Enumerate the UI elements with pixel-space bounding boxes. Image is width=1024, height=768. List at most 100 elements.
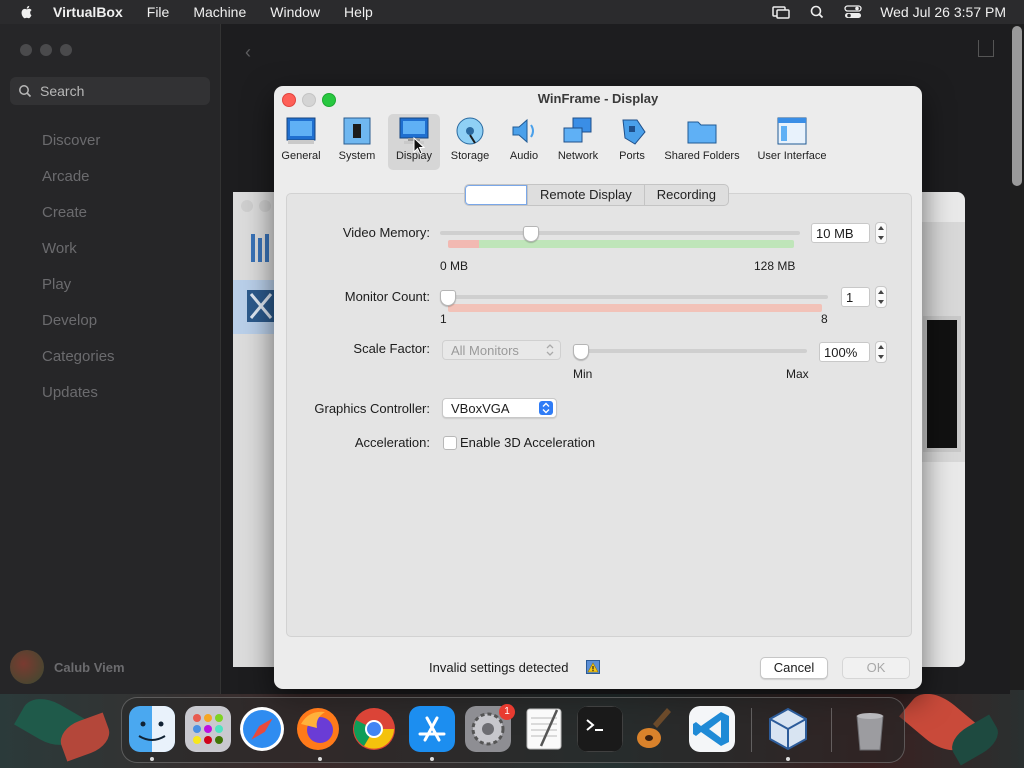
vm-list-item-winframe[interactable] [233, 280, 275, 334]
launchpad-icon[interactable] [185, 706, 231, 752]
ports-icon [622, 119, 646, 145]
finder-icon[interactable] [129, 706, 175, 752]
enable-3d-acceleration-checkbox[interactable] [443, 436, 457, 450]
tab-remote-display[interactable]: Remote Display [528, 185, 645, 205]
network-icon [563, 117, 592, 143]
video-memory-field[interactable]: 10 MB [811, 223, 870, 243]
monitor-count-slider-thumb[interactable] [440, 290, 456, 306]
manager-minimize-button[interactable] [259, 200, 271, 212]
tab-recording[interactable]: Recording [645, 185, 728, 205]
toolbar-label: General [281, 150, 321, 162]
toolbar-system[interactable]: System [336, 114, 378, 170]
safari-icon[interactable] [239, 706, 285, 752]
sidebar-item-play[interactable]: Play [42, 276, 71, 293]
monitor-count-max: 8 [821, 312, 828, 326]
sidebar-item-discover[interactable]: Discover [42, 132, 100, 149]
sidebar-item-create[interactable]: Create [42, 204, 87, 221]
monitor-count-min: 1 [440, 312, 447, 326]
toolbar-label: System [338, 150, 376, 162]
toolbar-ports[interactable]: Ports [612, 114, 652, 170]
toolbar-user-interface[interactable]: User Interface [754, 114, 830, 170]
monitor-count-field[interactable]: 1 [841, 287, 870, 307]
monitor-count-stepper[interactable] [875, 286, 887, 308]
toolbar-network[interactable]: Network [554, 114, 602, 170]
window-zoom-button[interactable] [60, 44, 72, 56]
storage-icon [456, 117, 484, 145]
menu-machine[interactable]: Machine [193, 4, 246, 20]
chevron-updown-icon [546, 344, 554, 356]
toolbar-audio[interactable]: Audio [504, 114, 544, 170]
toolbar-general[interactable]: General [278, 114, 324, 170]
spotlight-search-icon[interactable] [808, 5, 826, 19]
toolbar-label: Audio [509, 150, 539, 162]
sidebar-item-develop[interactable]: Develop [42, 312, 97, 329]
video-memory-stepper[interactable] [875, 222, 887, 244]
apple-menu-icon[interactable] [19, 4, 35, 20]
share-icon[interactable] [978, 40, 994, 57]
graphics-controller-select[interactable]: VBoxVGA [442, 398, 557, 418]
enable-3d-acceleration-label[interactable]: Enable 3D Acceleration [460, 435, 595, 450]
dock: 1 [121, 697, 905, 763]
toolbar-storage[interactable]: Storage [448, 114, 492, 170]
menu-bar: VirtualBox File Machine Window Help Wed … [0, 0, 1024, 24]
sidebar-item-categories[interactable]: Categories [42, 348, 115, 365]
scale-factor-label: Scale Factor: [353, 341, 430, 356]
system-icon [343, 117, 371, 145]
scale-factor-stepper[interactable] [875, 341, 887, 363]
cancel-button[interactable]: Cancel [760, 657, 828, 679]
terminal-icon[interactable] [577, 706, 623, 752]
manager-close-button[interactable] [241, 200, 253, 212]
acceleration-label: Acceleration: [354, 435, 430, 450]
app-store-search[interactable]: Search [10, 77, 210, 105]
settings-toolbar: General System Display Storage Audio Net… [274, 112, 922, 170]
running-indicator [430, 757, 434, 761]
video-memory-range [448, 240, 794, 248]
screen-mirroring-icon[interactable] [772, 5, 790, 19]
menu-app-name[interactable]: VirtualBox [53, 4, 123, 20]
toolbar-label: Shared Folders [664, 150, 740, 162]
monitor-count-slider[interactable] [440, 295, 828, 299]
ok-button[interactable]: OK [842, 657, 910, 679]
scrollbar[interactable] [1012, 26, 1022, 186]
window-close-button[interactable] [20, 44, 32, 56]
control-center-icon[interactable] [844, 5, 862, 19]
dock-separator [751, 708, 752, 752]
video-memory-slider-thumb[interactable] [523, 226, 540, 242]
warning-icon[interactable] [586, 660, 600, 674]
toolbar-label: User Interface [757, 150, 827, 162]
video-memory-slider[interactable] [440, 231, 800, 235]
menu-help[interactable]: Help [344, 4, 373, 20]
sidebar-item-updates[interactable]: Updates [42, 384, 98, 401]
chrome-icon[interactable] [351, 706, 397, 752]
dock-separator [831, 708, 832, 752]
scale-factor-slider[interactable] [573, 349, 807, 353]
scale-factor-slider-thumb[interactable] [573, 344, 589, 360]
menu-window[interactable]: Window [270, 4, 320, 20]
scale-factor-field[interactable]: 100% [819, 342, 870, 362]
video-memory-max: 128 MB [754, 259, 796, 273]
sidebar-item-arcade[interactable]: Arcade [42, 168, 90, 185]
garageband-icon[interactable] [633, 706, 679, 752]
settings-dialog: WinFrame - Display General System Displa… [274, 86, 922, 689]
notification-badge: 1 [499, 704, 515, 720]
sidebar-item-work[interactable]: Work [42, 240, 77, 257]
window-minimize-button[interactable] [40, 44, 52, 56]
user-account[interactable]: Calub Viem [10, 650, 125, 684]
tab-screen[interactable] [465, 185, 528, 205]
virtualbox-icon[interactable] [765, 706, 811, 752]
back-chevron-icon[interactable]: ‹ [245, 42, 251, 63]
scale-monitors-popup: All Monitors [442, 340, 561, 360]
menu-file[interactable]: File [147, 4, 170, 20]
avatar [10, 650, 44, 684]
trash-icon[interactable] [847, 706, 893, 752]
menu-clock[interactable]: Wed Jul 26 3:57 PM [880, 4, 1006, 20]
vscode-icon[interactable] [689, 706, 735, 752]
toolbar-shared-folders[interactable]: Shared Folders [662, 114, 742, 170]
shared-folders-icon [687, 121, 717, 144]
textedit-icon[interactable] [521, 706, 567, 752]
chevron-updown-icon [539, 401, 553, 415]
firefox-icon[interactable] [295, 706, 341, 752]
display-tabs: Remote Display Recording [464, 184, 730, 206]
app-store-icon[interactable] [409, 706, 455, 752]
tools-icon[interactable] [249, 232, 273, 264]
